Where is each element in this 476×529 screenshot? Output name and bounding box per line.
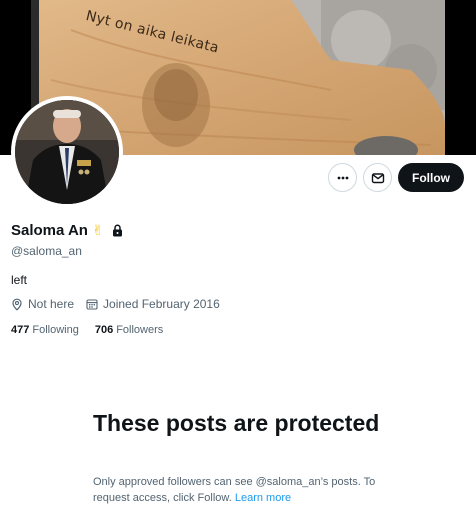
following-link[interactable]: 477 Following — [11, 324, 79, 336]
envelope-icon — [371, 172, 384, 183]
protected-message-block: Only approved followers can see @saloma_… — [93, 474, 378, 506]
following-label: Following — [32, 324, 79, 336]
more-icon — [337, 176, 348, 179]
location-pin-icon — [12, 298, 22, 311]
message-button[interactable] — [363, 163, 392, 192]
avatar[interactable] — [11, 96, 123, 208]
follow-stats: 477 Following 706 Followers — [11, 324, 179, 336]
followers-label: Followers — [116, 324, 164, 336]
protected-title: These posts are protected — [93, 410, 380, 436]
display-name: Saloma An — [11, 222, 88, 239]
following-count: 477 — [11, 324, 30, 336]
calendar-icon — [86, 299, 98, 310]
followers-link[interactable]: 706 Followers — [95, 324, 163, 336]
bio: left — [11, 273, 28, 287]
followers-count: 706 — [94, 324, 114, 336]
victory-hand-icon: ✌ — [91, 222, 104, 239]
location-text: Not here — [28, 297, 75, 311]
location-item: Not here — [11, 297, 74, 311]
joined-text: Joined February 2016 — [103, 297, 220, 311]
joined-item: Joined February 2016 — [86, 297, 220, 311]
learn-more-link[interactable]: Learn more — [235, 492, 291, 504]
more-options-button[interactable] — [328, 163, 357, 192]
handle: @saloma_an — [11, 244, 82, 258]
display-name-row: Saloma An ✌ — [11, 222, 123, 239]
avatar-photo — [15, 100, 119, 204]
follow-button[interactable]: Follow — [398, 163, 464, 192]
lock-icon — [112, 224, 123, 237]
profile-meta: Not here Joined February 2016 — [11, 297, 232, 311]
